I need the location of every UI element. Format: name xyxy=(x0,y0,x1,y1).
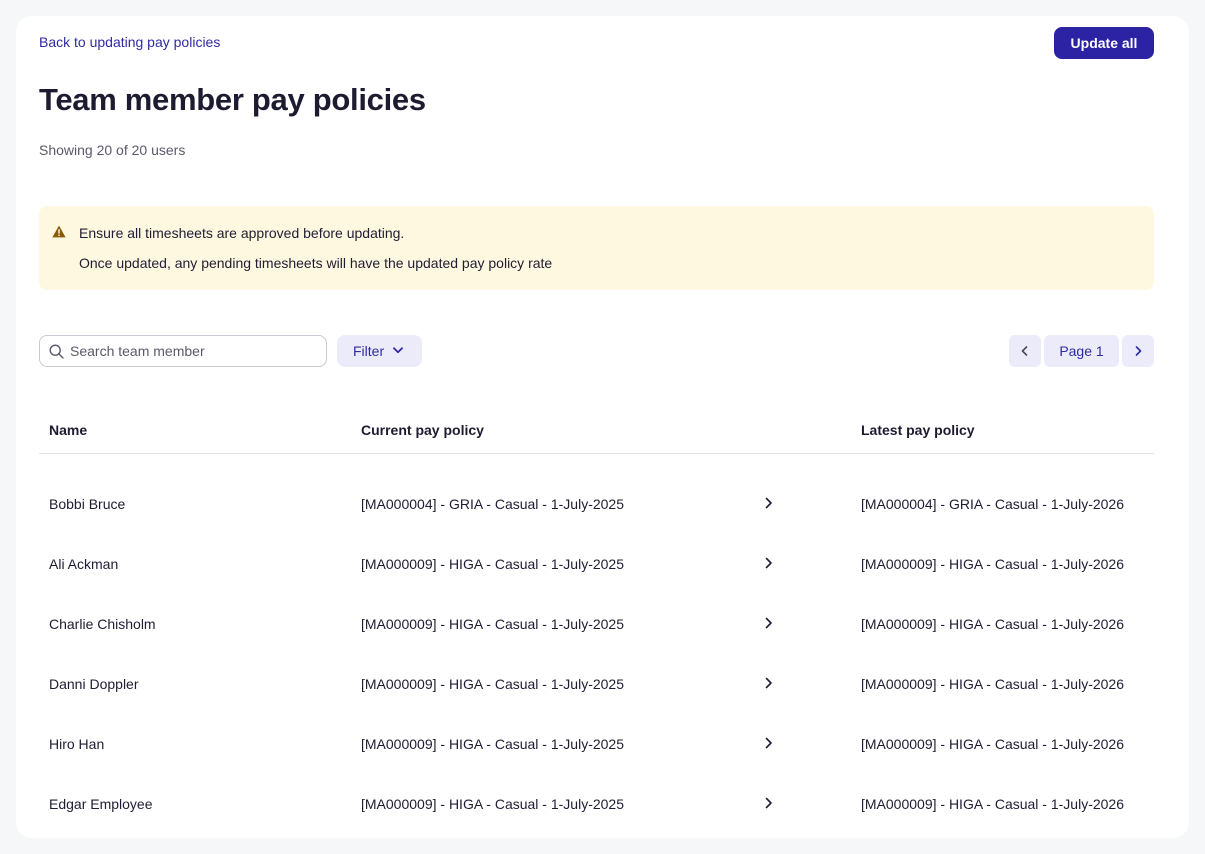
alert-message-primary: Ensure all timesheets are approved befor… xyxy=(79,225,405,241)
cell-latest-policy: [MA000009] - HIGA - Casual - 1-July-2026 xyxy=(861,796,1125,812)
header-divider xyxy=(39,453,1154,454)
filter-button[interactable]: Filter xyxy=(337,335,422,367)
chevron-right-icon xyxy=(1135,346,1142,356)
main-card: Back to updating pay policies Update all… xyxy=(16,16,1189,838)
chevron-right-icon xyxy=(765,497,772,509)
cell-name: Bobbi Bruce xyxy=(49,496,126,512)
cell-name: Danni Doppler xyxy=(49,676,139,692)
cell-current-policy: [MA000009] - HIGA - Casual - 1-July-2025 xyxy=(361,616,625,632)
chevron-right-icon xyxy=(765,737,772,749)
filter-label: Filter xyxy=(353,343,385,359)
chevron-right-icon xyxy=(765,617,772,629)
cell-name: Hiro Han xyxy=(49,736,105,752)
warning-alert: Ensure all timesheets are approved befor… xyxy=(39,206,1154,290)
chevron-down-icon xyxy=(393,347,403,354)
search-icon xyxy=(49,344,64,359)
chevron-right-icon xyxy=(765,797,772,809)
previous-page-button[interactable] xyxy=(1009,335,1041,367)
cell-current-policy: [MA000009] - HIGA - Casual - 1-July-2025 xyxy=(361,796,625,812)
warning-icon xyxy=(52,225,66,238)
cell-latest-policy: [MA000009] - HIGA - Casual - 1-July-2026 xyxy=(861,556,1125,572)
page-title: Team member pay policies xyxy=(39,82,426,117)
cell-current-policy: [MA000009] - HIGA - Casual - 1-July-2025 xyxy=(361,676,625,692)
update-all-button[interactable]: Update all xyxy=(1054,27,1154,59)
search-input[interactable] xyxy=(70,336,320,366)
cell-current-policy: [MA000004] - GRIA - Casual - 1-July-2025 xyxy=(361,496,625,512)
cell-name: Charlie Chisholm xyxy=(49,616,156,632)
table-row: Edgar Employee [MA000009] - HIGA - Casua… xyxy=(16,774,1189,834)
alert-message-secondary: Once updated, any pending timesheets wil… xyxy=(79,255,553,271)
table-row: Charlie Chisholm [MA000009] - HIGA - Cas… xyxy=(16,594,1189,654)
current-page-indicator: Page 1 xyxy=(1044,335,1119,367)
showing-count: Showing 20 of 20 users xyxy=(39,142,186,158)
table-row: Bobbi Bruce [MA000004] - GRIA - Casual -… xyxy=(16,474,1189,534)
cell-current-policy: [MA000009] - HIGA - Casual - 1-July-2025 xyxy=(361,556,625,572)
table-row: Hiro Han [MA000009] - HIGA - Casual - 1-… xyxy=(16,714,1189,774)
chevron-left-icon xyxy=(1021,346,1028,356)
table-body: Bobbi Bruce [MA000004] - GRIA - Casual -… xyxy=(16,474,1189,834)
search-box[interactable] xyxy=(39,335,327,367)
table-row: Danni Doppler [MA000009] - HIGA - Casual… xyxy=(16,654,1189,714)
cell-latest-policy: [MA000009] - HIGA - Casual - 1-July-2026 xyxy=(861,676,1125,692)
cell-current-policy: [MA000009] - HIGA - Casual - 1-July-2025 xyxy=(361,736,625,752)
chevron-right-icon xyxy=(765,557,772,569)
column-header-latest-policy: Latest pay policy xyxy=(861,422,975,438)
cell-name: Ali Ackman xyxy=(49,556,119,572)
back-link[interactable]: Back to updating pay policies xyxy=(39,34,220,50)
cell-name: Edgar Employee xyxy=(49,796,153,812)
next-page-button[interactable] xyxy=(1122,335,1154,367)
cell-latest-policy: [MA000004] - GRIA - Casual - 1-July-2026 xyxy=(861,496,1125,512)
cell-latest-policy: [MA000009] - HIGA - Casual - 1-July-2026 xyxy=(861,736,1125,752)
chevron-right-icon xyxy=(765,677,772,689)
column-header-current-policy: Current pay policy xyxy=(361,422,484,438)
table-row: Ali Ackman [MA000009] - HIGA - Casual - … xyxy=(16,534,1189,594)
column-header-name: Name xyxy=(49,422,88,438)
cell-latest-policy: [MA000009] - HIGA - Casual - 1-July-2026 xyxy=(861,616,1125,632)
